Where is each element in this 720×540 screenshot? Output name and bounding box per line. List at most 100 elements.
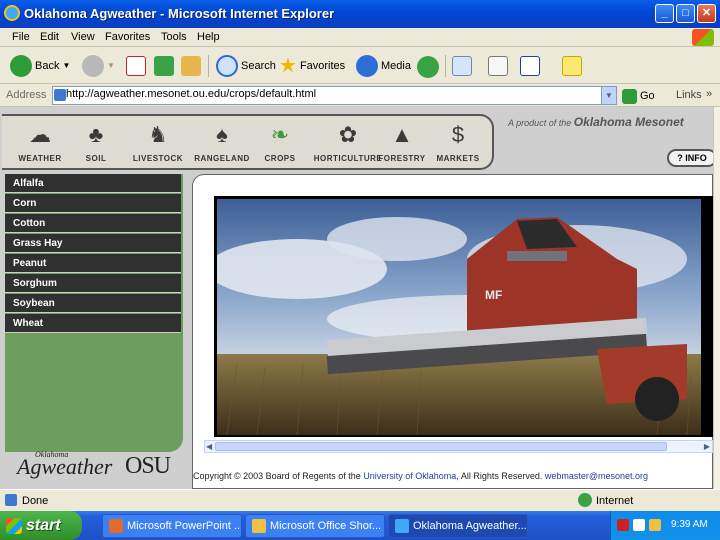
agweather-logo[interactable]: Oklahoma Agweather [17, 450, 112, 480]
cloud-icon: ☁ [29, 122, 51, 147]
search-icon [216, 54, 238, 77]
tree-icon: ♠ [216, 122, 228, 147]
window-title: Oklahoma Agweather - Microsoft Internet … [24, 6, 335, 21]
crop-cotton[interactable]: Cotton [5, 214, 181, 233]
crop-corn[interactable]: Corn [5, 194, 181, 213]
menu-bar: File Edit View Favorites Tools Help [0, 28, 720, 47]
menu-help[interactable]: Help [197, 31, 220, 43]
globe-icon [578, 493, 592, 507]
leaf-icon: ❧ [270, 122, 290, 147]
go-label: Go [640, 90, 655, 102]
menu-tools[interactable]: Tools [161, 31, 187, 43]
star-icon: ★ [279, 55, 297, 77]
nav-forestry[interactable]: ▲ FORESTRY [374, 120, 430, 163]
info-button[interactable]: ? INFO [667, 149, 713, 167]
address-dropdown-icon[interactable]: ▼ [601, 86, 617, 105]
forward-arrow-icon [82, 54, 104, 77]
forward-button[interactable]: ▼ [82, 52, 115, 79]
sprout-icon: ♣ [88, 122, 104, 147]
media-label: Media [381, 59, 411, 72]
address-url[interactable]: http://agweather.mesonet.ou.edu/crops/de… [66, 88, 316, 100]
back-button[interactable]: Back ▼ [10, 52, 70, 79]
menu-view[interactable]: View [71, 31, 95, 43]
crop-peanut[interactable]: Peanut [5, 254, 181, 273]
tray-volume-icon[interactable] [649, 519, 661, 531]
favorites-button[interactable]: ★ Favorites [279, 52, 345, 79]
stop-icon[interactable] [126, 56, 146, 76]
title-bar: Oklahoma Agweather - Microsoft Internet … [0, 0, 720, 28]
site-nav-bar: ☁ WEATHER ♣ SOIL ♞ LIVESTOCK ♠ RANGELAND… [2, 114, 494, 170]
toolbar: Back ▼ ▼ Search ★ Favorites Media [0, 47, 720, 84]
print-icon[interactable] [488, 56, 508, 76]
crop-alfalfa[interactable]: Alfalfa [5, 174, 181, 193]
start-button[interactable]: start [0, 511, 82, 540]
search-label: Search [241, 59, 276, 72]
media-icon [356, 54, 378, 77]
task-office-shortcut[interactable]: Microsoft Office Shor... [245, 514, 385, 538]
close-button[interactable]: ✕ [697, 4, 716, 23]
nav-livestock[interactable]: ♞ LIVESTOCK [130, 120, 186, 163]
address-bar: Address http://agweather.mesonet.ou.edu/… [0, 85, 720, 107]
ie-icon [395, 519, 409, 533]
crop-soybean[interactable]: Soybean [5, 294, 181, 313]
mesonet-tagline: A product of the Oklahoma Mesonet [508, 115, 684, 129]
tray-shield-icon[interactable] [617, 519, 629, 531]
task-agweather[interactable]: Oklahoma Agweather... [388, 514, 528, 538]
horizontal-scrollbar[interactable]: ◀ ▶ [204, 440, 713, 453]
edit-icon[interactable] [520, 56, 540, 76]
webmaster-email-link[interactable]: webmaster@mesonet.org [545, 471, 648, 481]
office-icon [252, 519, 266, 533]
crop-grass-hay[interactable]: Grass Hay [5, 234, 181, 253]
security-zone: Internet [596, 495, 634, 507]
nav-markets[interactable]: $ MARKETS [430, 120, 486, 163]
chevron-down-icon: ▼ [62, 61, 71, 70]
toolbar-divider [208, 55, 209, 77]
nav-rangeland[interactable]: ♠ RANGELAND [194, 120, 250, 163]
scroll-right-icon[interactable]: ▶ [704, 442, 710, 451]
status-text: Done [22, 495, 49, 507]
go-button[interactable]: Go [622, 85, 655, 107]
vertical-scrollbar[interactable] [713, 107, 720, 489]
links-label[interactable]: Links [676, 89, 702, 101]
nav-weather[interactable]: ☁ WEATHER [12, 120, 68, 163]
menu-file[interactable]: File [12, 31, 30, 43]
logo-area: Oklahoma Agweather OSU [5, 450, 183, 489]
crop-sorghum[interactable]: Sorghum [5, 274, 181, 293]
combine-harvester-photo: MF [217, 199, 701, 435]
powerpoint-icon [109, 519, 123, 533]
tray-network-icon[interactable] [633, 519, 645, 531]
ie-icon [4, 5, 20, 21]
history-icon[interactable] [417, 56, 439, 78]
copyright-footer: Copyright © 2003 Board of Regents of the… [193, 471, 649, 481]
system-tray: 9:39 AM [610, 511, 720, 540]
back-label: Back [35, 59, 60, 72]
favorites-label: Favorites [299, 59, 346, 72]
nav-crops[interactable]: ❧ CROPS [252, 120, 308, 163]
crop-wheat[interactable]: Wheat [5, 314, 181, 333]
crop-menu: Alfalfa Corn Cotton Grass Hay Peanut Sor… [5, 174, 183, 452]
svg-text:MF: MF [485, 288, 502, 302]
menu-favorites[interactable]: Favorites [105, 31, 150, 43]
page-icon [54, 89, 66, 101]
chevron-right-icon[interactable]: » [706, 88, 712, 100]
minimize-button[interactable]: _ [655, 4, 674, 23]
cow-icon: ♞ [148, 122, 168, 147]
menu-edit[interactable]: Edit [40, 31, 59, 43]
university-link[interactable]: University of Oklahoma [363, 471, 456, 481]
mesonet-brand: Oklahoma Mesonet [573, 115, 684, 129]
osu-logo[interactable]: OSU [125, 453, 171, 480]
discuss-icon[interactable] [562, 56, 582, 76]
maximize-button[interactable]: □ [676, 4, 695, 23]
dollar-icon: $ [451, 122, 465, 147]
task-powerpoint[interactable]: Microsoft PowerPoint ... [102, 514, 242, 538]
scroll-thumb[interactable] [215, 442, 667, 451]
media-button[interactable]: Media [356, 52, 411, 79]
nav-soil[interactable]: ♣ SOIL [68, 120, 124, 163]
taskbar: start Microsoft PowerPoint ... Microsoft… [0, 511, 720, 540]
home-icon[interactable] [181, 56, 201, 76]
search-button[interactable]: Search [216, 52, 276, 79]
mail-icon[interactable] [452, 56, 472, 76]
pine-icon: ▲ [391, 122, 413, 147]
refresh-icon[interactable] [154, 56, 174, 76]
scroll-left-icon[interactable]: ◀ [206, 442, 212, 451]
